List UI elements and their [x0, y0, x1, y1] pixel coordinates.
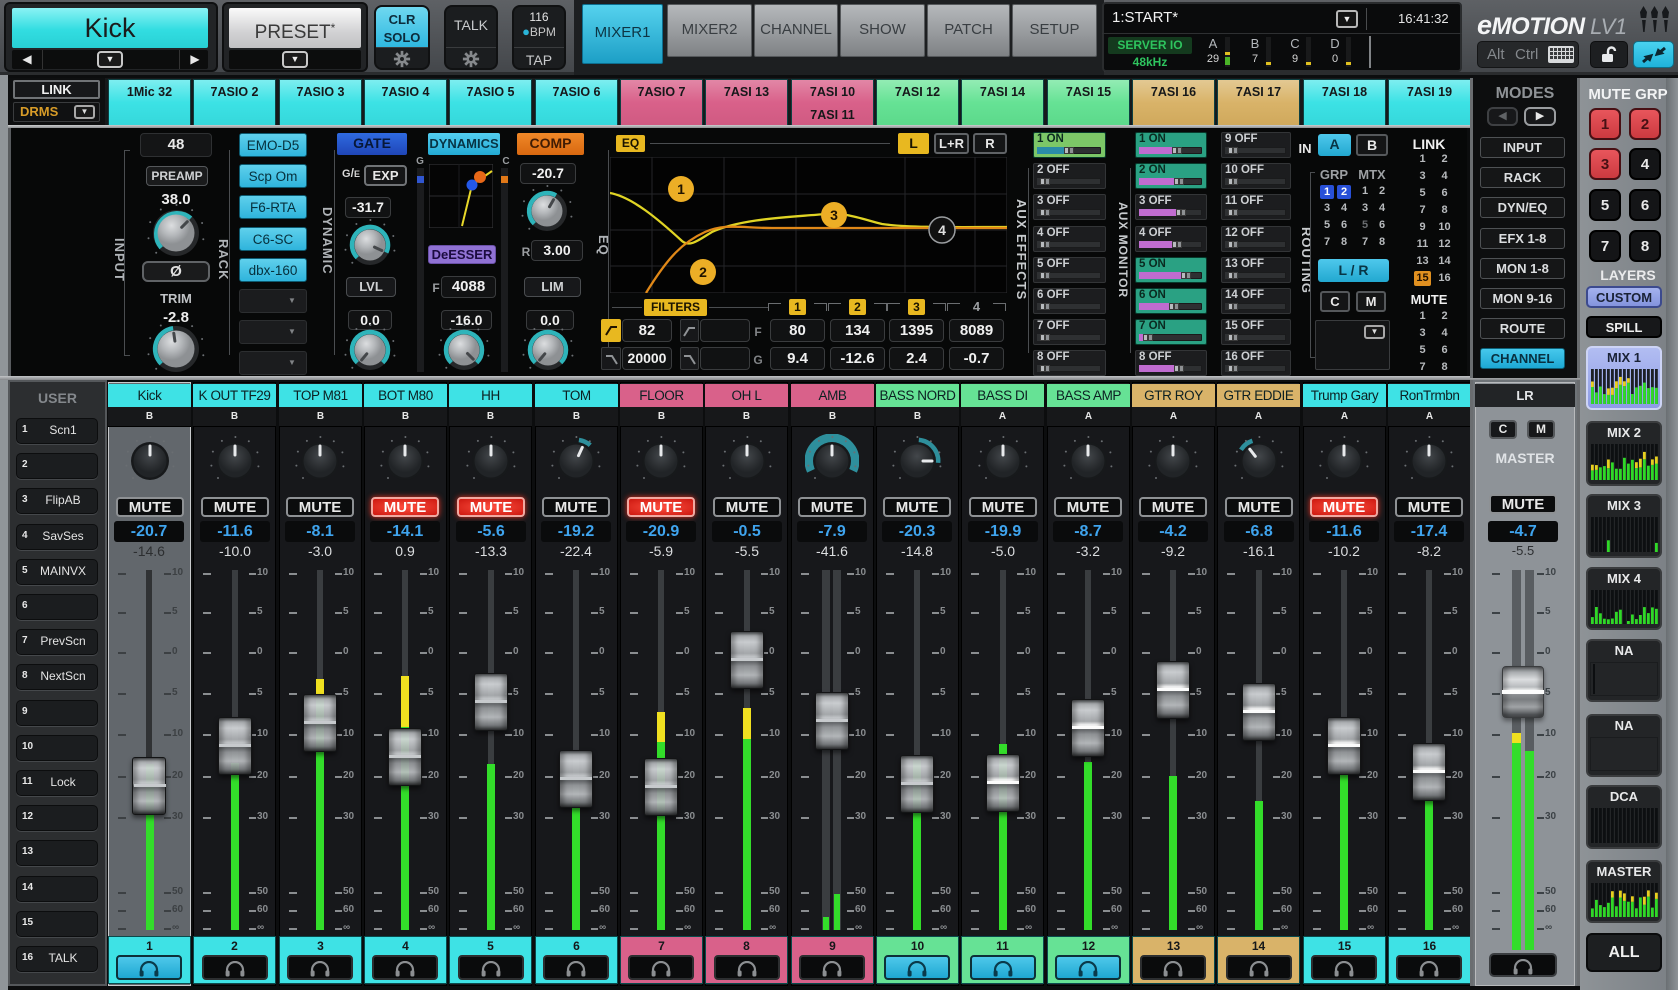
- svg-text:2: 2: [699, 264, 707, 280]
- svg-text:1: 1: [677, 181, 685, 197]
- svg-text:4: 4: [938, 222, 946, 238]
- svg-text:3: 3: [830, 207, 838, 223]
